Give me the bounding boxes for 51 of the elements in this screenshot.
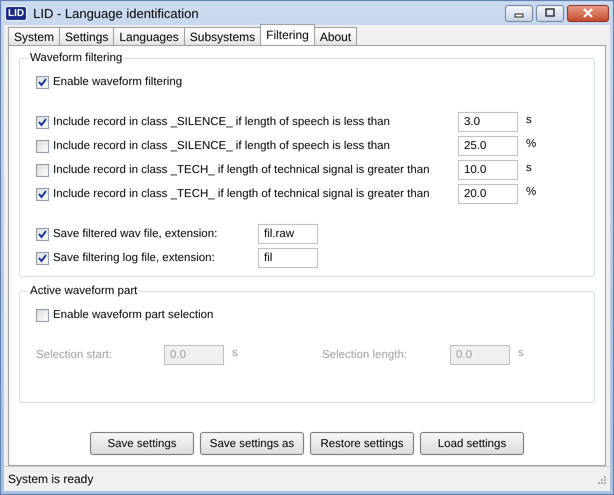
settings-button[interactable]: Restore settings [310,432,414,455]
checkbox[interactable] [36,140,49,152]
checkbox[interactable] [36,188,49,200]
group-title: Waveform filtering [29,52,124,64]
close-button[interactable] [567,4,609,22]
unit-label: s [518,347,525,359]
unit-label: % [526,138,538,150]
minimize-button[interactable] [505,4,533,22]
checkbox-label: Enable waveform filtering [53,76,182,88]
tab[interactable]: About [314,27,358,45]
input-field[interactable]: fil [258,248,318,268]
checkbox-label: Include record in class _SILENCE_ if length of speech is less than [53,116,390,128]
input-field[interactable]: fil.raw [258,224,318,244]
checkbox[interactable] [36,308,49,322]
unit-label: s [526,114,533,126]
status-text: System is ready [8,472,94,486]
input-field[interactable]: 10.0 [458,160,518,180]
tab[interactable]: System [8,27,60,45]
settings-button[interactable]: Save settings [90,432,194,455]
close-icon [582,8,594,18]
checkbox-label: Enable waveform part selection [53,309,214,321]
maximize-icon [544,8,556,18]
input-field[interactable]: 3.0 [458,112,518,132]
window-title: LID - Language identification [33,6,200,20]
checkbox[interactable] [36,164,49,176]
settings-button[interactable]: Save settings as [200,432,304,455]
tab[interactable]: Subsystems [184,27,262,45]
checkbox[interactable] [36,116,49,128]
input-field[interactable]: 25.0 [458,136,518,156]
maximize-button[interactable] [536,4,564,22]
checkbox[interactable] [36,252,49,264]
settings-button[interactable]: Load settings [420,432,524,455]
checkbox[interactable] [36,228,49,240]
unit-label: s [232,347,239,359]
unit-label: % [526,186,538,198]
tab[interactable]: Settings [59,27,114,45]
tab[interactable]: Filtering [260,24,315,45]
checkbox-label: Save filtered wav file, extension: [53,228,218,240]
resize-grip-icon [596,474,606,484]
checkbox-label: Include record in class _SILENCE_ if length of speech is less than [53,140,390,152]
checkbox-label: Include record in class _TECH_ if length of technical signal is greater than [53,188,430,200]
unit-label: s [526,162,533,174]
app-logo: LID [5,6,28,20]
field-label: Selection length: [322,349,408,361]
checkbox[interactable] [36,76,49,88]
input-field[interactable]: 20.0 [458,184,518,204]
checkbox-label: Include record in class _TECH_ if length of technical signal is greater than [53,164,430,176]
checkbox-label: Save filtering log file, extension: [53,252,215,264]
field-label: Selection start: [36,349,114,361]
group-title: Active waveform part [29,285,138,297]
tab[interactable]: Languages [113,27,185,45]
